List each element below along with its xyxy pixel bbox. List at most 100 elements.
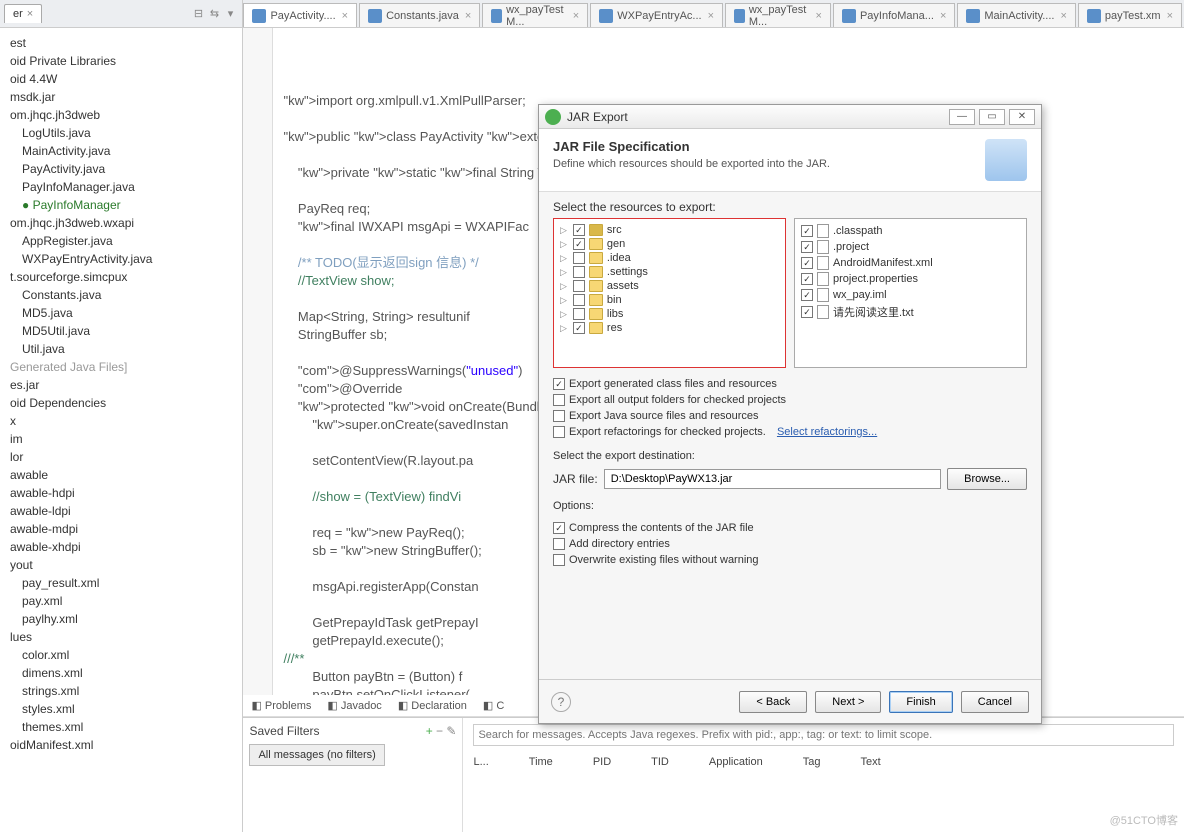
- close-icon[interactable]: ×: [1060, 10, 1066, 22]
- resource-folder-row[interactable]: ▷.settings: [558, 265, 781, 279]
- resource-file-row[interactable]: ✓wx_pay.iml: [799, 287, 1022, 303]
- editor-tab[interactable]: payTest.xm×: [1078, 3, 1182, 27]
- checkbox[interactable]: [573, 308, 585, 320]
- tree-item[interactable]: lor: [2, 448, 240, 466]
- editor-tab[interactable]: Constants.java×: [359, 3, 480, 27]
- expand-icon[interactable]: ▷: [560, 253, 567, 264]
- tree-item[interactable]: awable: [2, 466, 240, 484]
- editor-tab[interactable]: PayInfoMana...×: [833, 3, 955, 27]
- tree-item[interactable]: oidManifest.xml: [2, 736, 240, 754]
- tree-item[interactable]: im: [2, 430, 240, 448]
- tree-item[interactable]: themes.xml: [2, 718, 240, 736]
- checkbox[interactable]: ✓: [801, 289, 813, 301]
- select-refactorings-link[interactable]: Select refactorings...: [777, 426, 877, 438]
- resource-file-row[interactable]: ✓AndroidManifest.xml: [799, 255, 1022, 271]
- tree-item[interactable]: es.jar: [2, 376, 240, 394]
- tree-item[interactable]: dimens.xml: [2, 664, 240, 682]
- finish-button[interactable]: Finish: [889, 691, 952, 713]
- tree-item[interactable]: styles.xml: [2, 700, 240, 718]
- checkbox[interactable]: ✓: [801, 225, 813, 237]
- log-column-header[interactable]: PID: [593, 756, 611, 768]
- tree-item[interactable]: est: [2, 34, 240, 52]
- checkbox[interactable]: ✓: [801, 241, 813, 253]
- tree-item[interactable]: Generated Java Files]: [2, 358, 240, 376]
- close-icon[interactable]: ×: [342, 10, 348, 22]
- collapse-icon[interactable]: ⊟: [190, 7, 206, 20]
- resource-folder-row[interactable]: ▷libs: [558, 307, 781, 321]
- maximize-button[interactable]: ▭: [979, 109, 1005, 125]
- bottom-tab[interactable]: ◧ C: [483, 699, 504, 712]
- tree-item[interactable]: msdk.jar: [2, 88, 240, 106]
- add-icon[interactable]: +: [426, 724, 433, 738]
- tree-item[interactable]: t.sourceforge.simcpux: [2, 268, 240, 286]
- tree-item[interactable]: pay.xml: [2, 592, 240, 610]
- tree-item[interactable]: ● PayInfoManager: [2, 196, 240, 214]
- resource-folder-row[interactable]: ▷✓src: [558, 223, 781, 237]
- edit-icon[interactable]: ✎: [446, 724, 456, 738]
- minimize-button[interactable]: —: [949, 109, 975, 125]
- close-icon[interactable]: ×: [27, 8, 33, 20]
- editor-tab[interactable]: PayActivity....×: [243, 3, 357, 27]
- log-column-header[interactable]: L...: [473, 756, 488, 768]
- bottom-tab[interactable]: ◧ Problems: [251, 699, 311, 712]
- resource-file-row[interactable]: ✓project.properties: [799, 271, 1022, 287]
- tree-item[interactable]: Constants.java: [2, 286, 240, 304]
- checkbox-export-source[interactable]: [553, 410, 565, 422]
- checkbox[interactable]: ✓: [801, 273, 813, 285]
- expand-icon[interactable]: ▷: [560, 309, 567, 320]
- expand-icon[interactable]: ▷: [560, 323, 567, 334]
- checkbox-compress[interactable]: ✓: [553, 522, 565, 534]
- tree-item[interactable]: Util.java: [2, 340, 240, 358]
- tree-item[interactable]: MainActivity.java: [2, 142, 240, 160]
- log-column-header[interactable]: Application: [709, 756, 763, 768]
- expand-icon[interactable]: ▷: [560, 225, 567, 236]
- tree-item[interactable]: om.jhqc.jh3dweb: [2, 106, 240, 124]
- tree-item[interactable]: awable-mdpi: [2, 520, 240, 538]
- expand-icon[interactable]: ▷: [560, 281, 567, 292]
- tree-item[interactable]: strings.xml: [2, 682, 240, 700]
- expand-icon[interactable]: ▷: [560, 267, 567, 278]
- close-icon[interactable]: ×: [708, 10, 714, 22]
- close-icon[interactable]: ×: [816, 10, 822, 22]
- resource-file-row[interactable]: ✓.project: [799, 239, 1022, 255]
- checkbox-export-output[interactable]: [553, 394, 565, 406]
- log-column-header[interactable]: Text: [860, 756, 880, 768]
- help-icon[interactable]: ?: [551, 692, 571, 712]
- bottom-tab[interactable]: ◧ Javadoc: [327, 699, 381, 712]
- dialog-titlebar[interactable]: JAR Export — ▭ ✕: [539, 105, 1041, 129]
- next-button[interactable]: Next >: [815, 691, 881, 713]
- tree-item[interactable]: LogUtils.java: [2, 124, 240, 142]
- tree-item[interactable]: lues: [2, 628, 240, 646]
- editor-tab[interactable]: wx_payTest M...×: [482, 3, 588, 27]
- expand-icon[interactable]: ▷: [560, 295, 567, 306]
- editor-tabs[interactable]: PayActivity....×Constants.java×wx_payTes…: [243, 0, 1184, 28]
- logcat-search-input[interactable]: [473, 724, 1174, 746]
- resource-folder-row[interactable]: ▷✓res: [558, 321, 781, 335]
- tree-item[interactable]: AppRegister.java: [2, 232, 240, 250]
- browse-button[interactable]: Browse...: [947, 468, 1027, 490]
- package-tree[interactable]: estoid Private Librariesoid 4.4Wmsdk.jar…: [0, 28, 242, 832]
- tree-item[interactable]: MD5Util.java: [2, 322, 240, 340]
- tree-item[interactable]: MD5.java: [2, 304, 240, 322]
- checkbox[interactable]: ✓: [573, 322, 585, 334]
- log-column-header[interactable]: TID: [651, 756, 669, 768]
- checkbox[interactable]: [573, 280, 585, 292]
- checkbox[interactable]: ✓: [801, 306, 813, 318]
- checkbox-export-refactor[interactable]: [553, 426, 565, 438]
- tree-item[interactable]: paylhy.xml: [2, 610, 240, 628]
- checkbox[interactable]: [573, 266, 585, 278]
- tree-item[interactable]: oid Private Libraries: [2, 52, 240, 70]
- checkbox-add-dir[interactable]: [553, 538, 565, 550]
- tree-item[interactable]: oid 4.4W: [2, 70, 240, 88]
- tree-item[interactable]: PayActivity.java: [2, 160, 240, 178]
- close-icon[interactable]: ×: [1167, 10, 1173, 22]
- tree-item[interactable]: WXPayEntryActivity.java: [2, 250, 240, 268]
- back-button[interactable]: < Back: [739, 691, 807, 713]
- remove-icon[interactable]: −: [436, 724, 443, 738]
- close-button[interactable]: ✕: [1009, 109, 1035, 125]
- tree-item[interactable]: awable-ldpi: [2, 502, 240, 520]
- tree-item[interactable]: color.xml: [2, 646, 240, 664]
- checkbox[interactable]: ✓: [573, 224, 585, 236]
- editor-tab[interactable]: WXPayEntryAc...×: [590, 3, 723, 27]
- resource-folder-row[interactable]: ▷.idea: [558, 251, 781, 265]
